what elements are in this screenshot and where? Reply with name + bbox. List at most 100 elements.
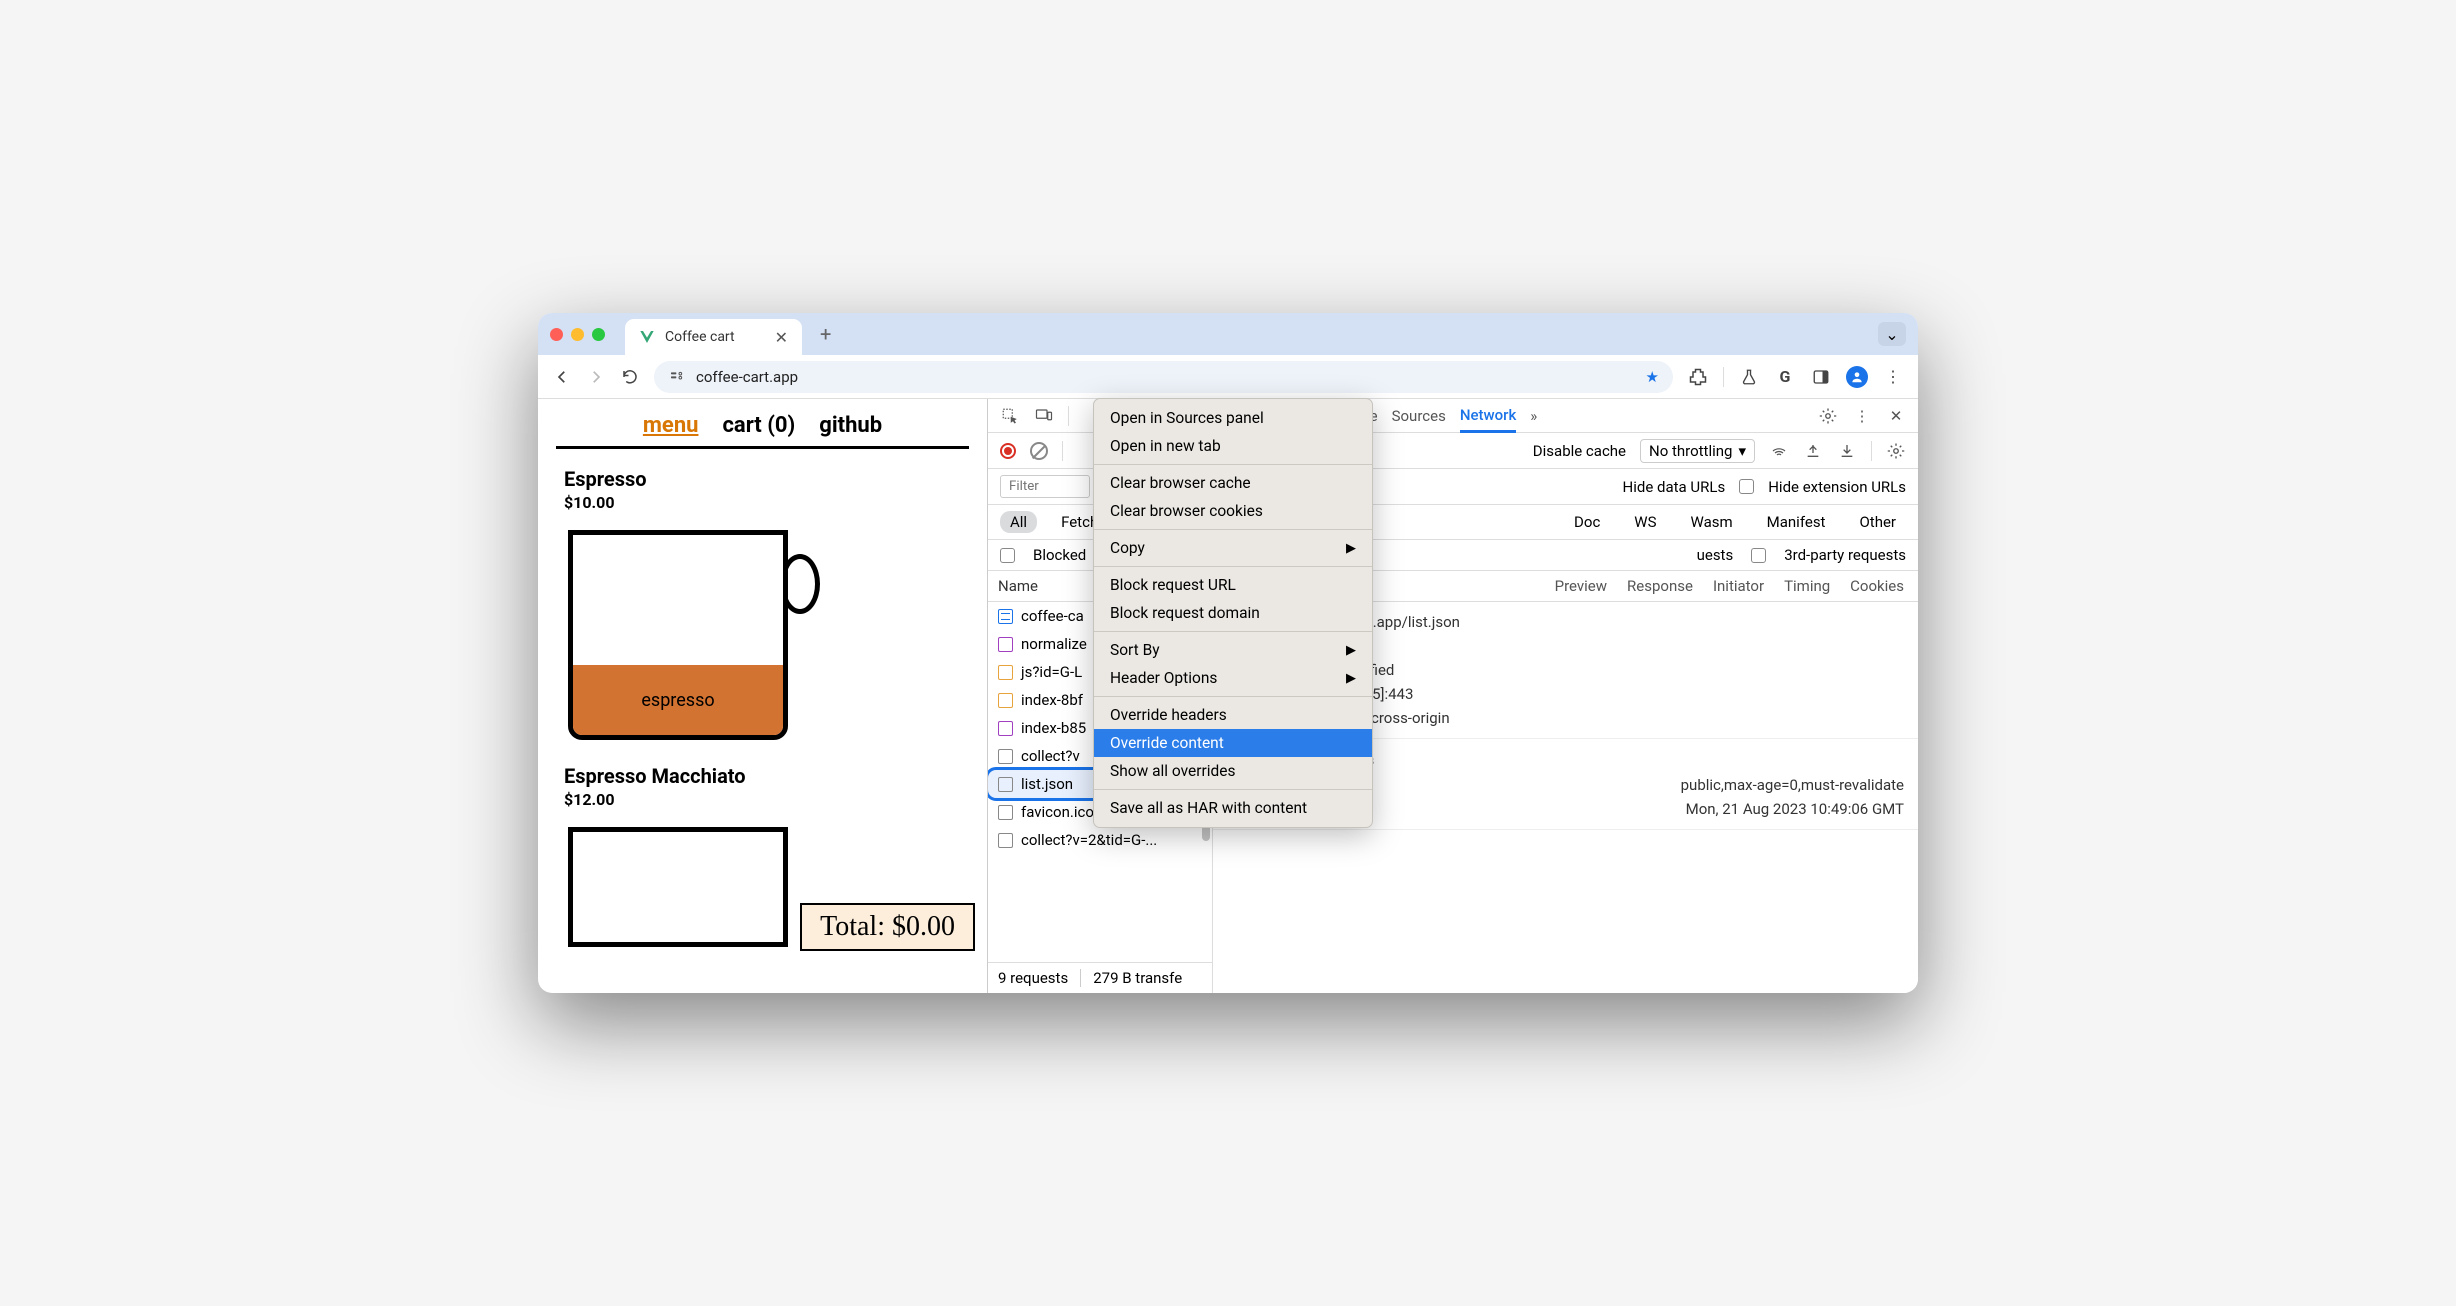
site-settings-icon[interactable] — [668, 368, 686, 386]
transfer-size: 279 B transfe — [1093, 969, 1182, 987]
menu-block-domain[interactable]: Block request domain — [1094, 599, 1372, 627]
request-row[interactable]: collect?v=2&tid=G-... — [988, 826, 1212, 854]
filter-other[interactable]: Other — [1849, 511, 1906, 533]
page-nav: menu cart (0) github — [556, 409, 969, 449]
close-tab-icon[interactable]: ✕ — [775, 328, 788, 347]
tab-overflow[interactable]: » — [1530, 407, 1537, 425]
record-button[interactable] — [1000, 443, 1016, 459]
labs-icon[interactable] — [1738, 368, 1760, 386]
stylesheet-icon — [998, 637, 1013, 652]
menu-override-headers[interactable]: Override headers — [1094, 701, 1372, 729]
third-party-checkbox[interactable] — [1751, 548, 1766, 563]
network-conditions-icon[interactable] — [1769, 441, 1789, 461]
header-value: Mon, 21 Aug 2023 10:49:06 GMT — [1686, 800, 1904, 818]
menu-separator — [1094, 696, 1372, 697]
vue-favicon-icon — [639, 329, 655, 345]
menu-override-content[interactable]: Override content — [1094, 729, 1372, 757]
menu-copy[interactable]: Copy▶ — [1094, 534, 1372, 562]
browser-window: Coffee cart ✕ + ⌄ coffee-cart.app ★ G ⋮ … — [538, 313, 1918, 993]
forward-button[interactable] — [586, 368, 606, 386]
filter-all[interactable]: All — [1000, 511, 1037, 533]
submenu-arrow-icon: ▶ — [1346, 643, 1356, 658]
script-icon — [998, 665, 1013, 680]
menu-separator — [1094, 464, 1372, 465]
tab-network[interactable]: Network — [1460, 406, 1516, 433]
google-icon[interactable]: G — [1774, 367, 1796, 386]
filter-doc[interactable]: Doc — [1564, 511, 1610, 533]
maximize-window-icon[interactable] — [592, 328, 605, 341]
menu-separator — [1094, 566, 1372, 567]
settings-gear-icon[interactable] — [1818, 406, 1838, 426]
divider — [1871, 441, 1872, 461]
other-icon — [998, 749, 1013, 764]
close-devtools-icon[interactable]: ✕ — [1886, 406, 1906, 426]
hide-ext-checkbox[interactable] — [1739, 479, 1754, 494]
menu-open-sources[interactable]: Open in Sources panel — [1094, 404, 1372, 432]
clear-button[interactable] — [1030, 442, 1048, 460]
window-controls — [550, 328, 605, 341]
context-menu: Open in Sources panel Open in new tab Cl… — [1093, 398, 1373, 828]
inspect-element-icon[interactable] — [1000, 406, 1020, 426]
menu-clear-cache[interactable]: Clear browser cache — [1094, 469, 1372, 497]
mug-body-icon: espresso — [568, 530, 788, 740]
blocked-checkbox[interactable] — [1000, 548, 1015, 563]
hide-data-urls-label[interactable]: Hide data URLs — [1623, 478, 1726, 496]
address-bar[interactable]: coffee-cart.app ★ — [654, 361, 1673, 393]
nav-github-link[interactable]: github — [819, 413, 882, 438]
filter-ws[interactable]: WS — [1624, 511, 1666, 533]
tab-response[interactable]: Response — [1627, 577, 1693, 595]
document-icon — [998, 609, 1013, 624]
menu-save-har[interactable]: Save all as HAR with content — [1094, 794, 1372, 822]
titlebar: Coffee cart ✕ + ⌄ — [538, 313, 1918, 355]
new-tab-button[interactable]: + — [820, 322, 831, 346]
chrome-menu-icon[interactable]: ⋮ — [1882, 367, 1904, 386]
bookmark-star-icon[interactable]: ★ — [1646, 368, 1659, 386]
tab-timing[interactable]: Timing — [1784, 577, 1830, 595]
mug-graphic[interactable]: espresso — [564, 526, 824, 746]
mug-graphic[interactable] — [564, 823, 824, 883]
tab-preview[interactable]: Preview — [1555, 577, 1607, 595]
sidepanel-icon[interactable] — [1810, 368, 1832, 386]
nav-menu-link[interactable]: menu — [643, 413, 699, 438]
extensions-icon[interactable] — [1687, 367, 1709, 387]
nav-cart-link[interactable]: cart (0) — [722, 413, 795, 438]
total-button[interactable]: Total: $0.00 — [800, 903, 975, 951]
network-settings-gear-icon[interactable] — [1886, 441, 1906, 461]
menu-clear-cookies[interactable]: Clear browser cookies — [1094, 497, 1372, 525]
other-icon — [998, 833, 1013, 848]
devtools-menu-icon[interactable]: ⋮ — [1852, 406, 1872, 426]
menu-open-new-tab[interactable]: Open in new tab — [1094, 432, 1372, 460]
profile-avatar[interactable] — [1846, 366, 1868, 388]
filter-wasm[interactable]: Wasm — [1681, 511, 1743, 533]
device-toolbar-icon[interactable] — [1034, 406, 1054, 426]
menu-header-options[interactable]: Header Options▶ — [1094, 664, 1372, 692]
tab-sources[interactable]: Sources — [1392, 407, 1446, 425]
throttling-select[interactable]: No throttling ▾ — [1640, 439, 1755, 463]
menu-separator — [1094, 529, 1372, 530]
script-icon — [998, 693, 1013, 708]
browser-tab[interactable]: Coffee cart ✕ — [625, 319, 802, 355]
product-name: Espresso — [564, 467, 961, 491]
web-page: menu cart (0) github Espresso $10.00 esp… — [538, 399, 988, 993]
third-party-label: 3rd-party requests — [1784, 546, 1906, 564]
menu-show-overrides[interactable]: Show all overrides — [1094, 757, 1372, 785]
product-price: $10.00 — [564, 493, 961, 512]
divider — [1723, 367, 1724, 387]
tabs-overflow-button[interactable]: ⌄ — [1878, 322, 1906, 346]
filter-input[interactable] — [1000, 475, 1090, 498]
tab-cookies[interactable]: Cookies — [1850, 577, 1904, 595]
tab-title: Coffee cart — [665, 329, 735, 345]
import-har-icon[interactable] — [1803, 441, 1823, 461]
export-har-icon[interactable] — [1837, 441, 1857, 461]
close-window-icon[interactable] — [550, 328, 563, 341]
disable-cache-label[interactable]: Disable cache — [1533, 442, 1626, 460]
menu-sort-by[interactable]: Sort By▶ — [1094, 636, 1372, 664]
status-bar: 9 requests 279 B transfe — [988, 962, 1212, 993]
back-button[interactable] — [552, 368, 572, 386]
minimize-window-icon[interactable] — [571, 328, 584, 341]
tab-initiator[interactable]: Initiator — [1713, 577, 1764, 595]
menu-block-url[interactable]: Block request URL — [1094, 571, 1372, 599]
reload-button[interactable] — [620, 368, 640, 386]
header-value: public,max-age=0,must-revalidate — [1681, 776, 1904, 794]
filter-manifest[interactable]: Manifest — [1757, 511, 1836, 533]
